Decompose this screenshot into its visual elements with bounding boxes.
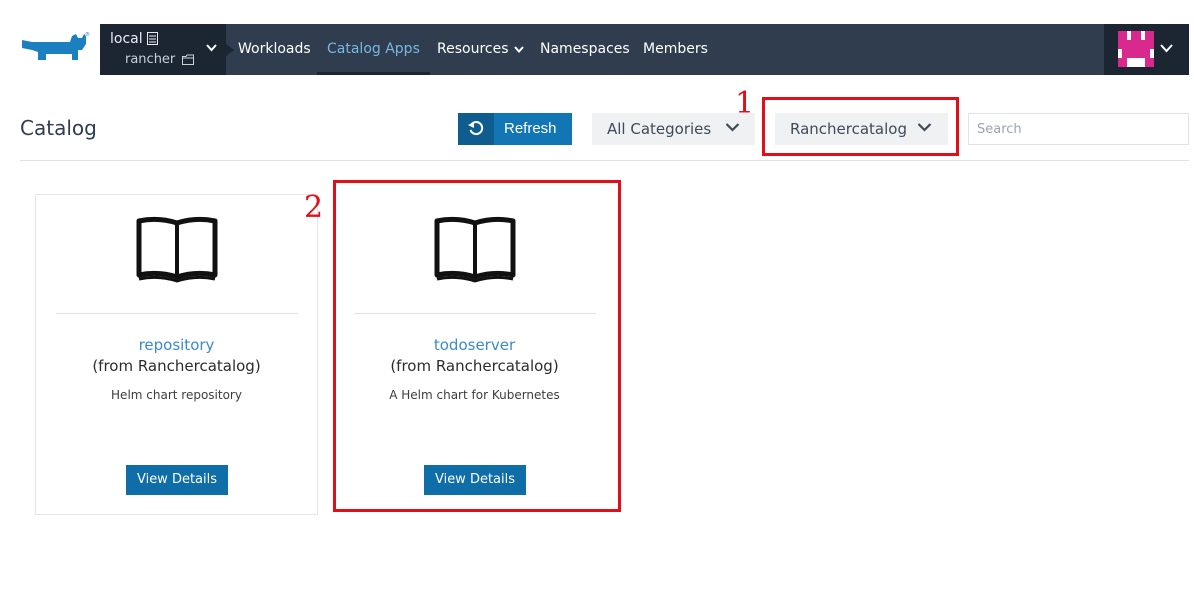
- refresh-button[interactable]: Refresh: [458, 113, 572, 145]
- nav-resources-label: Resources: [437, 41, 509, 57]
- header-divider: [20, 160, 1189, 161]
- view-details-button[interactable]: View Details: [126, 465, 228, 495]
- highlight-box-catalog-select: [762, 97, 959, 156]
- category-select-value: All Categories: [607, 120, 712, 138]
- card-title[interactable]: repository: [36, 336, 317, 354]
- nav-members[interactable]: Members: [643, 24, 708, 75]
- project-name: rancher: [125, 52, 176, 67]
- top-nav: local rancher Workloads Catalog Apps Res…: [100, 24, 1189, 75]
- cluster-name: local: [110, 31, 143, 47]
- refresh-label: Refresh: [504, 120, 557, 137]
- category-select[interactable]: All Categories: [592, 113, 755, 145]
- annotation-number-1: 1: [735, 86, 755, 121]
- svg-text:®: ®: [85, 31, 90, 38]
- folder-icon: [182, 54, 194, 65]
- user-menu[interactable]: [1104, 24, 1189, 75]
- nav-workloads[interactable]: Workloads: [238, 24, 311, 75]
- cluster-project-switcher[interactable]: local rancher: [100, 24, 234, 75]
- card-source: (from Ranchercatalog): [92, 357, 261, 375]
- highlight-box-todoserver-card: [333, 180, 621, 512]
- annotation-number-2: 2: [304, 190, 324, 225]
- avatar: [1118, 31, 1154, 67]
- card-description: Helm chart repository: [111, 388, 242, 402]
- server-icon: [147, 32, 158, 45]
- catalog-card-repository[interactable]: repository (from Ranchercatalog) Helm ch…: [35, 194, 318, 515]
- chevron-down-icon: [513, 45, 524, 53]
- search-input[interactable]: [968, 113, 1189, 145]
- nav-namespaces[interactable]: Namespaces: [540, 24, 630, 75]
- switcher-arrow: [226, 44, 234, 56]
- card-divider: [56, 313, 298, 314]
- book-icon: [136, 216, 218, 283]
- chevron-down-icon: [1160, 44, 1173, 53]
- chevron-down-icon: [206, 44, 217, 52]
- nav-resources[interactable]: Resources: [437, 24, 524, 75]
- refresh-icon: [458, 113, 494, 145]
- page-title: Catalog: [20, 116, 97, 140]
- rancher-logo-icon[interactable]: ®: [18, 30, 90, 68]
- nav-catalog-apps[interactable]: Catalog Apps: [317, 24, 430, 75]
- chevron-down-icon: [725, 123, 740, 132]
